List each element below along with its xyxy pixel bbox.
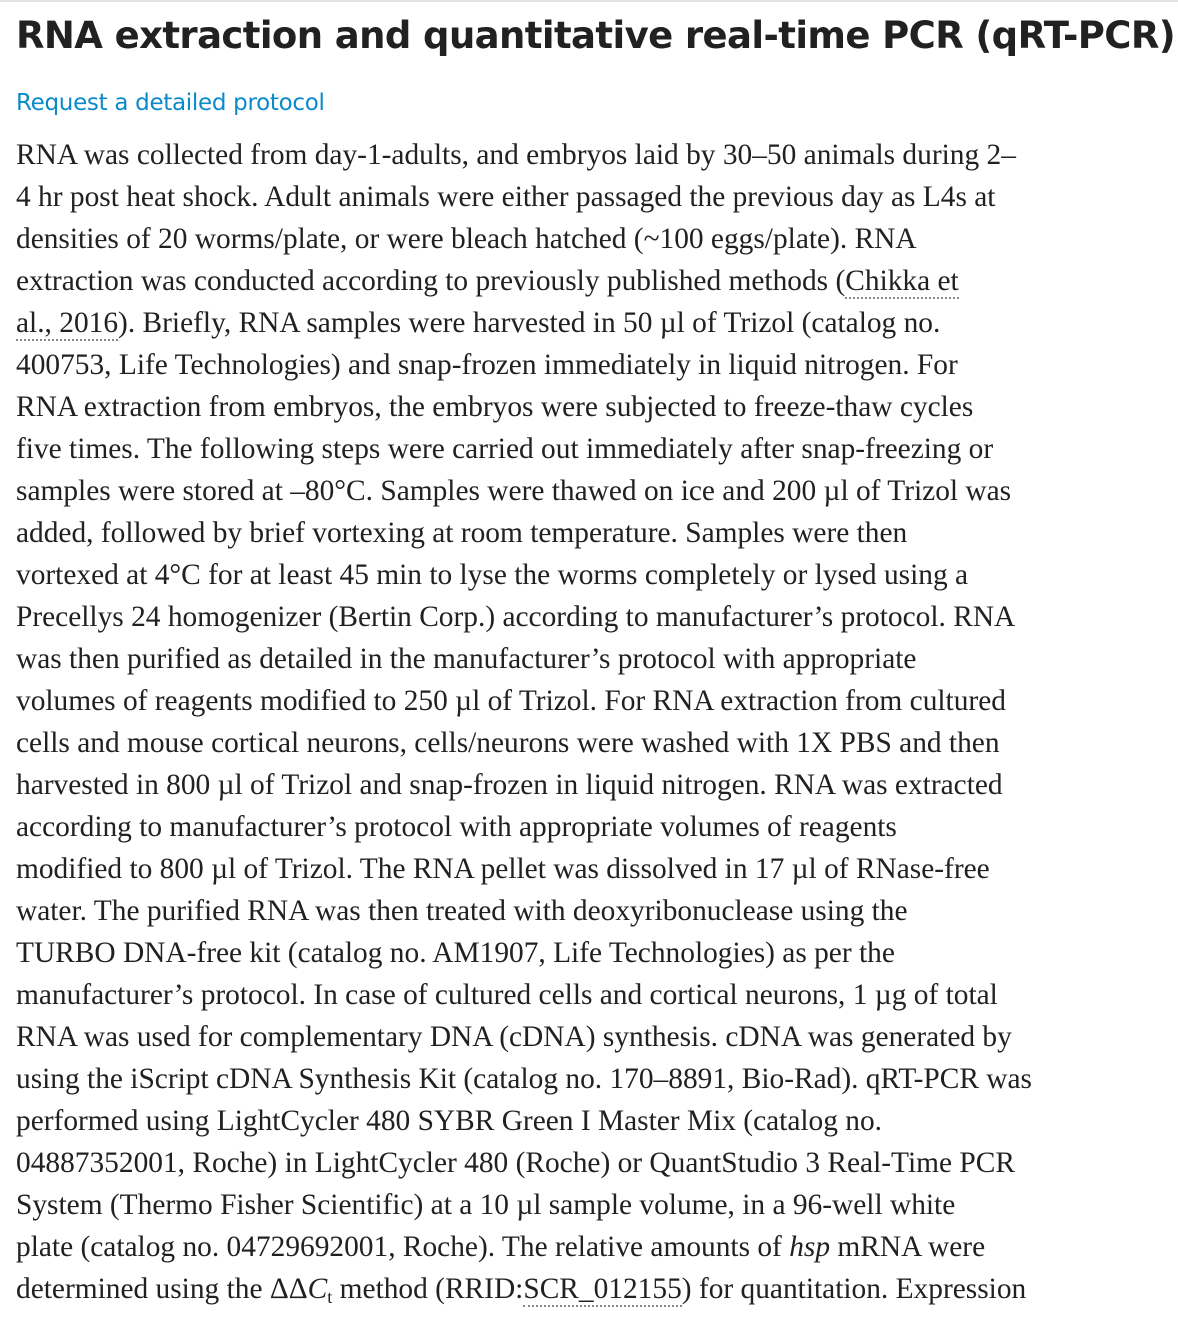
paragraph-line: manufacturer’s protocol. In case of cult… [16, 979, 998, 1011]
paragraph-line: using the iScript cDNA Synthesis Kit (ca… [16, 1063, 1032, 1095]
paragraph-line: 04887352001, Roche) in LightCycler 480 (… [16, 1147, 1015, 1179]
paragraph-line: according to manufacturer’s protocol wit… [16, 811, 897, 843]
paragraph-line: determined using the ΔΔCt method (RRID:S… [16, 1268, 1166, 1310]
paragraph-line: cells and mouse cortical neurons, cells/… [16, 727, 1000, 759]
paragraph-line: extraction was conducted according to pr… [16, 260, 1166, 302]
methods-paragraph: RNA was collected from day-1-adults, and… [16, 134, 1166, 1310]
paragraph-line: plate (catalog no. 04729692001, Roche). … [16, 1226, 1166, 1268]
paragraph-line: RNA was used for complementary DNA (cDNA… [16, 1021, 1012, 1053]
paragraph-line: 4 hr post heat shock. Adult animals were… [16, 181, 996, 213]
paragraph-text: plate (catalog no. 04729692001, Roche). … [16, 1231, 790, 1263]
paragraph-text: ). Briefly, RNA samples were harvested i… [118, 307, 941, 339]
paragraph-line: added, followed by brief vortexing at ro… [16, 517, 908, 549]
paragraph-line: water. The purified RNA was then treated… [16, 895, 908, 927]
paragraph-text: ) for quantitation. Expression [681, 1273, 1027, 1305]
paragraph-text: method (RRID: [332, 1273, 524, 1305]
top-divider [0, 0, 1178, 4]
paragraph-line: samples were stored at –80°C. Samples we… [16, 475, 1012, 507]
request-protocol-link[interactable]: Request a detailed protocol [16, 88, 325, 118]
paragraph-text: determined using the ΔΔ [16, 1273, 308, 1305]
citation-link-chikka[interactable]: Chikka et [845, 265, 959, 299]
ct-symbol: C [307, 1273, 328, 1305]
paragraph-line: harvested in 800 µl of Trizol and snap-f… [16, 769, 1003, 801]
paragraph-line: performed using LightCycler 480 SYBR Gre… [16, 1105, 883, 1137]
paragraph-line: System (Thermo Fisher Scientific) at a 1… [16, 1189, 956, 1221]
paragraph-line: was then purified as detailed in the man… [16, 643, 917, 675]
rrid-link[interactable]: SCR_012155 [523, 1273, 682, 1307]
paragraph-text: extraction was conducted according to pr… [16, 265, 846, 297]
citation-link-chikka-cont[interactable]: al., 2016 [16, 307, 119, 341]
paragraph-text: mRNA were [830, 1231, 986, 1263]
paragraph-line: five times. The following steps were car… [16, 433, 994, 465]
gene-name-hsp: hsp [789, 1231, 831, 1263]
article-section: RNA extraction and quantitative real-tim… [16, 10, 1176, 1310]
paragraph-line: volumes of reagents modified to 250 µl o… [16, 685, 1006, 717]
paragraph-line: modified to 800 µl of Trizol. The RNA pe… [16, 853, 990, 885]
paragraph-line: vortexed at 4°C for at least 45 min to l… [16, 559, 969, 591]
paragraph-line: RNA extraction from embryos, the embryos… [16, 391, 974, 423]
paragraph-line: Precellys 24 homogenizer (Bertin Corp.) … [16, 601, 1016, 633]
paragraph-line: al., 2016). Briefly, RNA samples were ha… [16, 302, 1166, 344]
section-title: RNA extraction and quantitative real-tim… [16, 14, 1176, 57]
paragraph-line: RNA was collected from day-1-adults, and… [16, 139, 1016, 171]
paragraph-line: densities of 20 worms/plate, or were ble… [16, 223, 917, 255]
paragraph-line: 400753, Life Technologies) and snap-froz… [16, 349, 958, 381]
paragraph-line: TURBO DNA-free kit (catalog no. AM1907, … [16, 937, 895, 969]
